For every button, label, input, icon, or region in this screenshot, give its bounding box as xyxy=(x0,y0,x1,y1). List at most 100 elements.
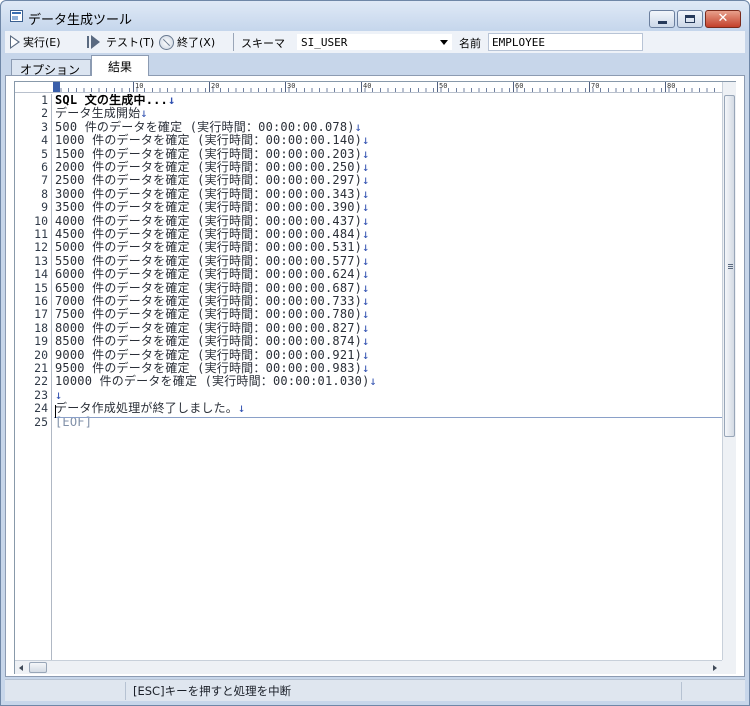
line-number: 22 xyxy=(34,374,48,389)
line-number: 4 xyxy=(41,133,48,148)
line-text: 9500 件のデータを確定 (実行時間：00:00:00.983) xyxy=(55,361,363,375)
ruler-mark: 40 xyxy=(361,82,372,92)
line-break-icon: ↓ xyxy=(362,227,370,241)
editor-line: 9000 件のデータを確定 (実行時間：00:00:00.921)↓ xyxy=(55,347,370,362)
line-number: 23 xyxy=(34,387,48,402)
line-number: 25 xyxy=(34,414,48,429)
line-text: 2500 件のデータを確定 (実行時間：00:00:00.297) xyxy=(55,173,363,188)
line-break-icon: ↓ xyxy=(354,119,363,134)
line-number: 24 xyxy=(34,401,48,416)
line-number: 7 xyxy=(41,173,48,188)
status-divider xyxy=(125,682,126,700)
ruler-mark: 10 xyxy=(133,82,144,92)
tab-results[interactable]: 結果 xyxy=(91,55,149,76)
line-break-icon: ↓ xyxy=(362,173,370,188)
line-number: 20 xyxy=(34,347,48,362)
results-editor[interactable]: 10 20 30 40 50 60 70 80 1 2 3 4 5 6 7 8 9 10 11 12 1… xyxy=(14,81,736,674)
step-play-icon xyxy=(87,35,103,49)
line-text: データ生成開始 xyxy=(55,106,141,121)
line-number: 6 xyxy=(41,160,48,174)
play-icon xyxy=(10,35,20,49)
toolbar: 実行(E) テスト(T) 終了(X) スキーマ SI_USER 名前 EMPLO… xyxy=(5,31,745,53)
line-break-icon: ↓ xyxy=(362,240,370,255)
line-number: 5 xyxy=(41,146,48,161)
maximize-icon xyxy=(685,15,695,23)
line-break-icon: ↓ xyxy=(362,200,370,215)
status-bar: [ESC]キーを押すと処理を中断 xyxy=(5,679,745,701)
editor-line: 10000 件のデータを確定 (実行時間：00:00:01.030)↓ xyxy=(55,375,377,388)
vertical-scrollbar[interactable] xyxy=(722,82,736,660)
scroll-left-icon[interactable] xyxy=(19,665,23,671)
chevron-down-icon xyxy=(440,40,448,45)
app-icon xyxy=(10,10,23,22)
editor-line: 8500 件のデータを確定 (実行時間：00:00:00.874)↓ xyxy=(55,334,370,349)
tab-options[interactable]: オプション xyxy=(11,59,91,77)
line-number: 15 xyxy=(34,280,48,295)
horizontal-scrollbar[interactable] xyxy=(15,660,722,674)
close-button[interactable]: ✕ xyxy=(705,10,741,28)
scrollbar-corner xyxy=(722,660,736,674)
ruler-mark: 20 xyxy=(209,82,220,92)
line-text: 5000 件のデータを確定 (実行時間：00:00:00.531) xyxy=(55,240,363,255)
line-break-icon: ↓ xyxy=(362,294,370,308)
line-break-icon: ↓ xyxy=(369,374,377,389)
column-ruler: 10 20 30 40 50 60 70 80 xyxy=(15,82,722,93)
line-number: 1 xyxy=(41,93,48,107)
horizontal-scroll-thumb[interactable] xyxy=(29,662,47,673)
name-field[interactable]: EMPLOYEE xyxy=(488,33,643,51)
line-text: 2000 件のデータを確定 (実行時間：00:00:00.250) xyxy=(55,160,363,174)
line-break-icon: ↓ xyxy=(362,146,370,161)
text-area[interactable]: SQL 文の生成中...↓ データ生成開始↓ 500 件のデータを確定 (実行時間：… xyxy=(54,94,722,660)
run-button[interactable]: 実行(E) xyxy=(10,34,61,50)
test-button[interactable]: テスト(T) xyxy=(87,34,154,50)
line-number: 2 xyxy=(41,106,48,121)
line-number-gutter: 1 2 3 4 5 6 7 8 9 10 11 12 13 14 15 16 17 18 19 20 21 22 23 24 2… xyxy=(15,93,52,660)
scroll-right-icon[interactable] xyxy=(713,665,717,671)
line-text: 10000 件のデータを確定 (実行時間：00:00:01.030) xyxy=(55,374,370,389)
current-line-underline xyxy=(54,417,722,418)
status-divider xyxy=(681,682,682,700)
editor-line: データ生成開始↓ xyxy=(55,107,148,120)
line-break-icon: ↓ xyxy=(362,347,370,362)
line-text: データ作成処理が終了しました。 xyxy=(55,401,239,416)
line-break-icon: ↓ xyxy=(362,160,370,174)
window-title: データ生成ツール xyxy=(28,13,133,28)
editor-line: 1500 件のデータを確定 (実行時間：00:00:00.203)↓ xyxy=(55,146,370,161)
ruler-mark: 50 xyxy=(437,82,448,92)
editor-line: 5000 件のデータを確定 (実行時間：00:00:00.531)↓ xyxy=(55,241,370,254)
line-text: 4500 件のデータを確定 (実行時間：00:00:00.484) xyxy=(55,227,363,241)
line-break-icon: ↓ xyxy=(362,133,370,148)
line-break-icon: ↓ xyxy=(362,320,370,335)
text-caret xyxy=(55,405,56,418)
line-text: 8500 件のデータを確定 (実行時間：00:00:00.874) xyxy=(55,334,363,349)
minimize-button[interactable] xyxy=(649,10,675,28)
line-break-icon: ↓ xyxy=(362,186,370,201)
vertical-scroll-thumb[interactable] xyxy=(724,95,735,437)
ruler-mark: 30 xyxy=(285,82,296,92)
line-text: 7500 件のデータを確定 (実行時間：00:00:00.780) xyxy=(55,307,363,322)
line-text: 1000 件のデータを確定 (実行時間：00:00:00.140) xyxy=(55,133,363,148)
editor-line: 7500 件のデータを確定 (実行時間：00:00:00.780)↓ xyxy=(55,308,370,321)
line-break-icon: ↓ xyxy=(140,106,148,121)
schema-select[interactable]: SI_USER xyxy=(296,33,453,51)
run-label: 実行(E) xyxy=(23,36,61,49)
line-break-icon: ↓ xyxy=(362,334,370,349)
editor-line: 6000 件のデータを確定 (実行時間：00:00:00.624)↓ xyxy=(55,267,370,281)
line-number: 21 xyxy=(34,361,48,375)
line-number: 12 xyxy=(34,240,48,255)
schema-label: スキーマ xyxy=(241,37,285,50)
line-text: 3500 件のデータを確定 (実行時間：00:00:00.390) xyxy=(55,200,363,215)
line-number: 3 xyxy=(41,119,48,134)
quit-label: 終了(X) xyxy=(177,36,216,49)
editor-line: 3500 件のデータを確定 (実行時間：00:00:00.390)↓ xyxy=(55,200,370,215)
title-bar[interactable]: データ生成ツール ✕ xyxy=(1,1,749,31)
line-number: 10 xyxy=(34,213,48,228)
line-text: 8000 件のデータを確定 (実行時間：00:00:00.827) xyxy=(55,320,363,335)
line-break-icon: ↓ xyxy=(362,361,370,375)
schema-value: SI_USER xyxy=(301,36,348,49)
editor-line: 4000 件のデータを確定 (実行時間：00:00:00.437)↓ xyxy=(55,214,370,228)
line-break-icon: ↓ xyxy=(167,94,176,107)
quit-button[interactable]: 終了(X) xyxy=(159,34,215,50)
maximize-button[interactable] xyxy=(677,10,703,28)
line-number: 13 xyxy=(34,253,48,268)
